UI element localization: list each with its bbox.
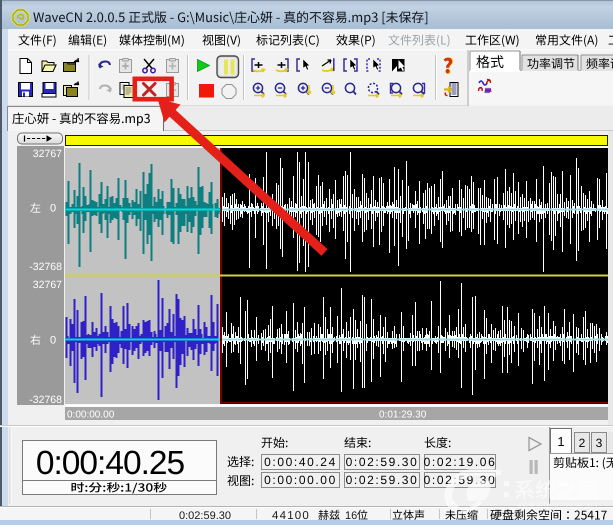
- svg-text:-32768: -32768: [29, 394, 62, 406]
- svg-text:1: 1: [557, 434, 564, 449]
- svg-text:-32768: -32768: [29, 261, 62, 273]
- svg-text:2: 2: [579, 436, 586, 450]
- svg-text:0:02:59.30: 0:02:59.30: [346, 455, 419, 469]
- svg-text:0:01:29.30: 0:01:29.30: [379, 410, 427, 421]
- svg-text:0: 0: [50, 203, 56, 215]
- svg-text:0:00:40.25: 0:00:40.25: [36, 445, 185, 482]
- svg-text:3: 3: [596, 436, 603, 450]
- svg-text:0:02:59.30: 0:02:59.30: [346, 473, 419, 487]
- svg-text:0:00:00.00: 0:00:00.00: [264, 473, 337, 487]
- svg-text:0: 0: [50, 335, 56, 347]
- svg-text:0:00:00.00: 0:00:00.00: [67, 410, 115, 421]
- svg-text:32767: 32767: [33, 148, 62, 160]
- svg-text:0:00:40.24: 0:00:40.24: [264, 455, 337, 469]
- svg-text:32767: 32767: [33, 279, 62, 291]
- svg-text:0:02:19.06: 0:02:19.06: [424, 455, 497, 469]
